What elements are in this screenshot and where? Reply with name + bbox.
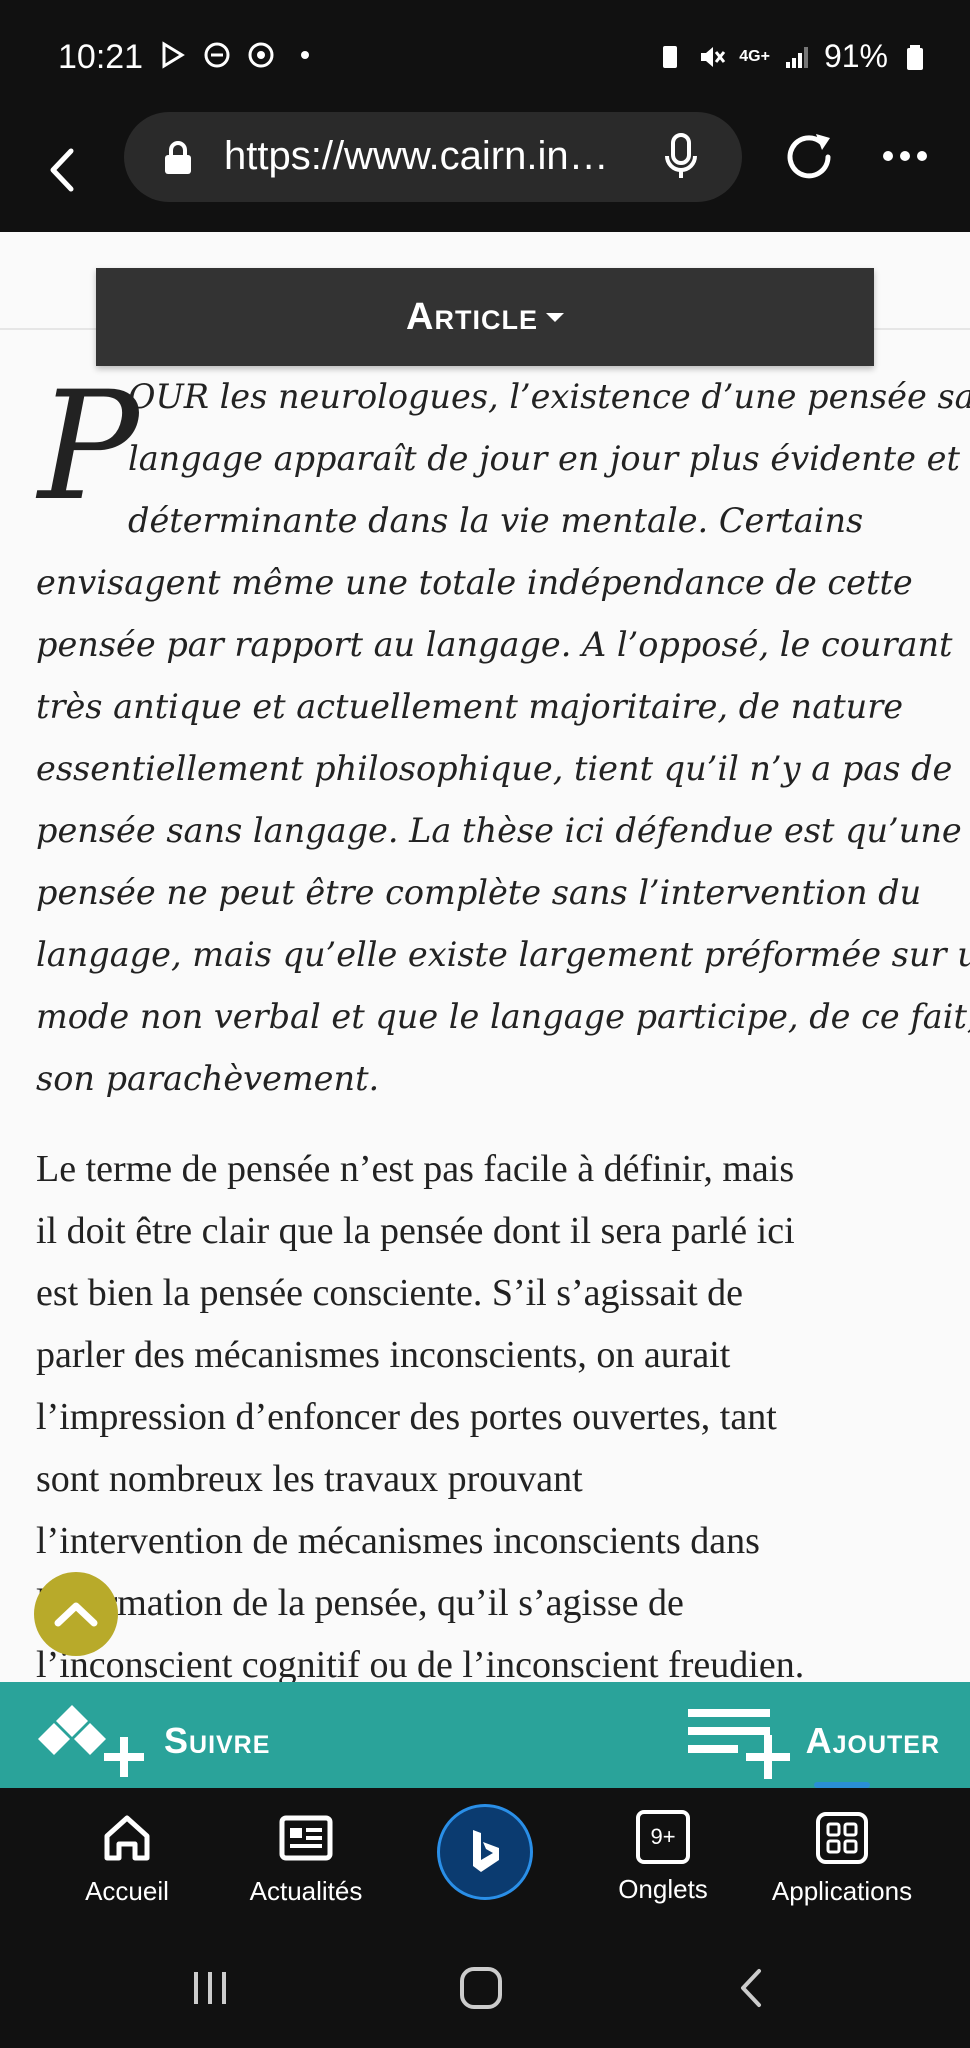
body-line: est bien la pensée consciente. S’il s’ag…	[36, 1272, 744, 1314]
status-right: 4G+ 91%	[655, 38, 930, 75]
body-line: la formation de la pensée, qu’il s’agiss…	[36, 1582, 684, 1624]
body-line: parler des mécanismes inconscients, on a…	[36, 1334, 731, 1376]
abstract-line: déterminante dans la vie mentale. Certai…	[128, 501, 864, 540]
more-menu-button[interactable]	[870, 136, 940, 176]
battery-icon	[907, 44, 923, 70]
system-back-button[interactable]	[712, 1958, 792, 2018]
home-circle-icon	[460, 1967, 502, 2009]
nav-apps-label: Applications	[771, 1876, 913, 1906]
abstract-line: pensée ne peut être complète sans l’inte…	[36, 873, 922, 912]
network-type: 4G+	[739, 47, 770, 65]
abstract-line: très antique et actuellement majoritaire…	[36, 687, 904, 726]
add-label: Ajouter	[805, 1720, 940, 1761]
reload-button[interactable]	[778, 126, 840, 188]
do-not-disturb-icon	[204, 42, 230, 68]
abstract-line: pensée par rapport au langage. A l’oppos…	[36, 625, 953, 664]
more-icon	[883, 151, 893, 161]
recent-apps-button[interactable]	[170, 1958, 250, 2018]
nav-tabs[interactable]: 9+ Onglets	[573, 1810, 753, 1920]
battery-saver-icon	[663, 45, 678, 68]
abstract-line: pensée sans langage. La thèse ici défend…	[36, 811, 962, 850]
tabs-icon: 9+	[636, 1810, 690, 1864]
article-dropdown-label: Article	[406, 295, 538, 338]
status-bar: 10:21 4G+ 91%	[0, 0, 970, 112]
mic-icon[interactable]	[664, 132, 698, 182]
abstract-text: OUR les neurologues, l’existence d’une p…	[36, 366, 970, 1110]
abstract-line: essentiellement philosophique, tient qu’…	[36, 749, 953, 788]
notification-dot-icon	[301, 51, 309, 59]
web-page-content: Article P OUR les neurologues, l’existen…	[0, 232, 970, 1782]
body-line: sont nombreux les travaux prouvant	[36, 1458, 583, 1500]
nav-news[interactable]: Actualités	[216, 1810, 396, 1920]
status-time: 10:21	[58, 38, 144, 76]
bing-icon	[473, 1830, 499, 1872]
system-back-icon	[741, 1969, 761, 2007]
abstract-line: envisagent même une totale indépendance …	[36, 563, 913, 602]
abstract-line: langage apparaît de jour en jour plus év…	[128, 439, 960, 478]
nav-home-label: Accueil	[85, 1876, 169, 1906]
play-store-icon	[162, 41, 185, 69]
scroll-to-top-button[interactable]	[34, 1572, 118, 1656]
chevron-up-icon	[54, 1602, 98, 1627]
back-icon	[50, 148, 74, 192]
nav-tabs-label: Onglets	[618, 1874, 708, 1904]
article-action-bar: Suivre Ajouter	[0, 1682, 970, 1788]
home-button[interactable]	[441, 1958, 521, 2018]
recent-apps-icon	[194, 1972, 226, 2004]
abstract-line: son parachèvement.	[36, 1059, 380, 1098]
bing-copilot-button[interactable]	[437, 1804, 533, 1900]
caret-down-icon	[545, 312, 564, 322]
abstract-line: OUR les neurologues, l’existence d’une p…	[128, 377, 970, 416]
address-bar[interactable]: https://www.cairn.in…	[124, 112, 742, 202]
playlist-add-icon	[687, 1709, 790, 1779]
article-dropdown[interactable]: Article	[96, 268, 874, 366]
body-paragraph: Le terme de pensée n’est pas facile à dé…	[36, 1138, 946, 1696]
status-left-icons	[158, 40, 320, 70]
apps-icon	[816, 1812, 868, 1864]
follow-label: Suivre	[164, 1720, 271, 1761]
nav-home[interactable]: Accueil	[37, 1810, 217, 1920]
follow-button[interactable]: Suivre	[34, 1705, 271, 1777]
body-line: l’impression d’enfoncer des portes ouver…	[36, 1396, 777, 1438]
nav-apps[interactable]: Applications	[752, 1810, 932, 1920]
abstract-line: mode non verbal et que le langage partic…	[36, 997, 970, 1036]
body-line: il doit être clair que la pensée dont il…	[36, 1210, 795, 1252]
add-to-list-button[interactable]: Ajouter	[684, 1706, 940, 1779]
browser-toolbar: https://www.cairn.in…	[0, 112, 970, 232]
body-line: l’intervention de mécanismes inconscient…	[36, 1520, 760, 1562]
browser-bottom-nav: Accueil Actualités 9+ Onglets Applicatio…	[0, 1788, 970, 1928]
tabs-count-badge: 9+	[650, 1824, 676, 1849]
news-icon	[279, 1815, 333, 1861]
battery-percent: 91%	[823, 38, 888, 74]
signal-icon	[785, 46, 808, 68]
lock-icon	[165, 141, 191, 174]
back-button[interactable]	[34, 130, 88, 210]
abstract-line: langage, mais qu’elle existe largement p…	[36, 935, 970, 974]
home-icon	[104, 1815, 150, 1861]
url-text[interactable]: https://www.cairn.in…	[224, 134, 644, 179]
sync-icon	[248, 42, 274, 68]
reload-icon	[787, 134, 831, 179]
nav-news-label: Actualités	[249, 1876, 363, 1906]
mute-icon	[701, 46, 726, 67]
system-navigation-bar	[0, 1928, 970, 2048]
follow-icon	[38, 1705, 144, 1777]
body-line: Le terme de pensée n’est pas facile à dé…	[36, 1148, 795, 1190]
